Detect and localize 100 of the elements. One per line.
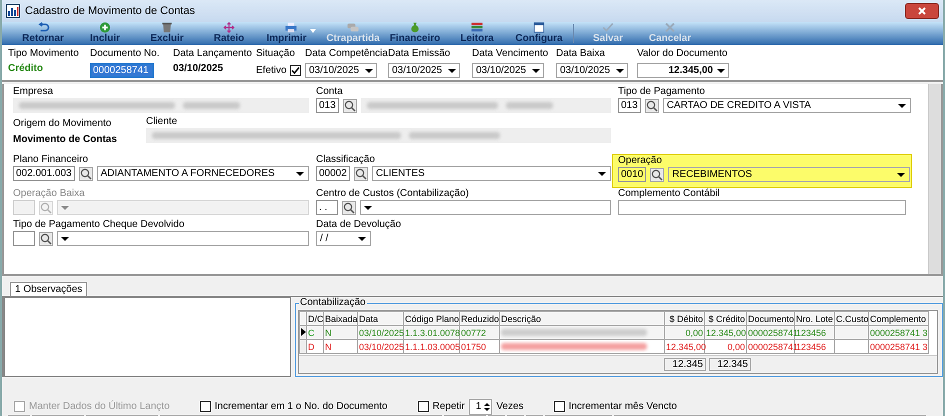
table-cell: N [324, 340, 358, 354]
close-button[interactable] [905, 3, 939, 19]
field-label: Plano Financeiro [13, 154, 90, 165]
tab[interactable]: 1 Observações [10, 282, 88, 296]
move-arrows-icon [221, 22, 237, 33]
checkbox-label: Efetivo [256, 65, 287, 76]
field-label: Tipo de Pagamento [618, 86, 706, 97]
scanner-lines-icon [469, 22, 485, 33]
check-icon [600, 22, 616, 33]
field-label: Conta [316, 86, 344, 97]
column-header: Código Plano [404, 312, 460, 326]
chat-bubbles-icon [345, 22, 361, 33]
toolbar-button[interactable]: Leitora [446, 22, 508, 45]
field-label: Operação Baixa [13, 188, 86, 199]
dropdown[interactable]: ADIANTAMENTO A FORNECEDORES [96, 166, 309, 181]
field-label: Cliente [146, 116, 178, 127]
chart-icon [6, 4, 20, 18]
field-label: Situação [256, 48, 296, 59]
spinner-suffix: Vezes [496, 401, 524, 412]
group-title: Contabilização [299, 297, 367, 308]
checkbox[interactable] [554, 401, 565, 412]
text-field[interactable] [618, 200, 906, 215]
toolbar-button[interactable]: Excluir [136, 22, 198, 45]
code-field[interactable]: . . [316, 200, 338, 215]
toolbar-button[interactable]: Imprimir [260, 22, 322, 45]
field-label: Data Emissão [388, 48, 452, 59]
field-label: Data Lançamento [173, 48, 253, 59]
date-picker[interactable]: 03/10/2025 [472, 63, 544, 78]
checkbox[interactable] [418, 401, 428, 412]
field-label: Centro de Custos (Contabilização) [316, 188, 470, 199]
table-cell: 1.1.1.03.0005 [404, 340, 460, 354]
total-field: 12.345 [709, 358, 751, 371]
search-button[interactable] [644, 98, 659, 112]
toolbar-button[interactable]: Retornar [12, 22, 74, 45]
table-cell: 00772 [460, 326, 500, 340]
checkbox[interactable] [290, 65, 301, 76]
table-cell: 0,00 [664, 326, 704, 340]
search-button[interactable] [342, 200, 356, 214]
plus-icon [97, 22, 113, 33]
table-cell: D [306, 340, 324, 354]
dropdown[interactable]: RECEBIMENTOS [668, 167, 910, 182]
field-label: Tipo Movimento [8, 48, 80, 59]
code-field[interactable]: 013 [618, 98, 641, 113]
field-label: Data de Devolução [316, 219, 402, 230]
date-picker[interactable]: 03/10/2025 [556, 63, 628, 78]
search-button[interactable] [650, 168, 664, 182]
number-spinner[interactable]: 1 [468, 398, 492, 414]
blurred-field[interactable] [360, 98, 611, 113]
checkbox-label: Repetir [432, 401, 465, 412]
close-icon [917, 7, 927, 15]
search-button[interactable] [354, 166, 368, 180]
field-label: Operação [618, 155, 663, 166]
row-indicator[interactable] [300, 326, 306, 340]
field-label: Valor do Documento [637, 48, 728, 59]
table-cell: N [324, 326, 358, 340]
field-label: Complemento Contábil [618, 188, 721, 199]
code-field[interactable] [13, 231, 35, 246]
scrollbar[interactable] [928, 84, 941, 274]
dropdown[interactable]: CARTAO DE CREDITO A VISTA [662, 98, 911, 113]
dropdown[interactable]: CLIENTES [372, 166, 611, 181]
table-cell: 01750 [460, 340, 500, 354]
date-picker[interactable]: / / [316, 231, 371, 246]
date-picker[interactable]: 03/10/2025 [305, 63, 377, 78]
toolbar-button[interactable]: Configura [508, 22, 570, 45]
caret-icon [310, 29, 316, 33]
toolbar-button[interactable]: Financeiro [384, 22, 446, 45]
code-field[interactable]: 013 [316, 98, 339, 113]
field-label: Origem do Movimento [13, 118, 112, 129]
table-cell: 0000258741 3 [868, 340, 928, 354]
blurred-field[interactable] [146, 128, 611, 143]
column-header: $ Débito [664, 312, 704, 326]
column-header: Documento [746, 312, 794, 326]
field-label: Documento No. [90, 48, 160, 59]
search-button[interactable] [78, 166, 93, 180]
column-header: Nro. Lote [794, 312, 834, 326]
field-label: Data Competência [305, 48, 388, 59]
printer-icon [283, 22, 299, 33]
search-button[interactable] [39, 232, 53, 246]
document-field[interactable]: 0000258741 [90, 63, 154, 78]
table-cell: 03/10/2025 [358, 326, 404, 340]
column-header: Reduzido [460, 312, 500, 326]
blurred-field[interactable] [13, 98, 309, 113]
search-button[interactable] [342, 98, 357, 112]
toolbar-button[interactable]: Incluir [74, 22, 136, 45]
notes-area[interactable] [4, 297, 291, 377]
column-header: D/C [306, 312, 324, 326]
table-cell: 0000258741 3 [868, 326, 928, 340]
checkbox-label: Manter Dados do Último Lançto [29, 401, 170, 412]
field-label: Empresa [13, 86, 54, 97]
movement-type: Crédito [8, 63, 44, 74]
toolbar-button[interactable]: Rateio [198, 22, 260, 45]
code-field[interactable]: 002.001.003 [13, 166, 75, 181]
origin-value: Movimento de Contas [13, 134, 118, 145]
code-field[interactable]: 0010 [618, 167, 646, 182]
code-field[interactable]: 00002 [316, 166, 350, 181]
total-field: 12.345 [664, 358, 706, 371]
date-picker[interactable]: 03/10/2025 [388, 63, 460, 78]
amount-field[interactable]: 12.345,00 [637, 63, 729, 78]
column-header: Descrição [500, 312, 664, 326]
checkbox[interactable] [200, 401, 211, 412]
